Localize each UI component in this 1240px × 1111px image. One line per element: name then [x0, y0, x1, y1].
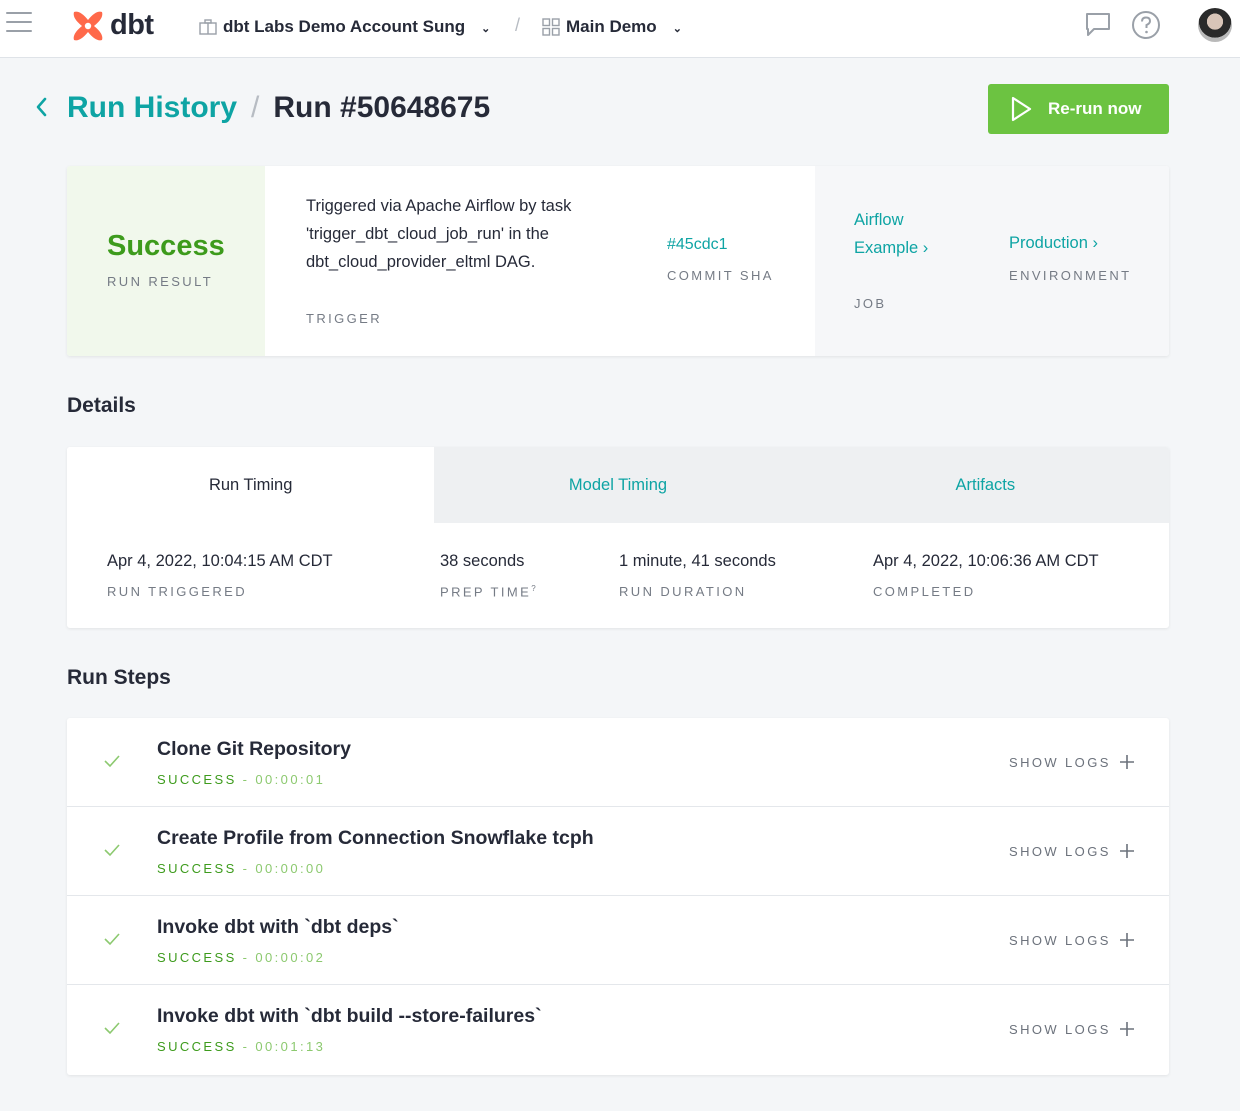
play-icon	[1011, 96, 1032, 122]
check-icon	[104, 1022, 120, 1035]
run-summary-card: Success RUN RESULT Triggered via Apache …	[67, 166, 1169, 356]
environment-label: ENVIRONMENT	[1009, 268, 1132, 283]
step-status-text: SUCCESS	[157, 772, 237, 787]
step-name: Create Profile from Connection Snowflake…	[157, 827, 594, 849]
breadcrumb-separator: /	[251, 91, 260, 124]
environment-link[interactable]: Production ›	[1009, 234, 1098, 253]
run-step[interactable]: Clone Git Repository SUCCESS - 00:00:01 …	[67, 718, 1169, 807]
commit-sha-link[interactable]: #45cdc1	[667, 236, 728, 254]
chevron-down-icon: ⌄	[481, 22, 491, 35]
show-logs-button[interactable]: SHOW LOGS	[1009, 843, 1135, 859]
chevron-down-icon: ⌄	[672, 22, 682, 35]
prep-time-help-icon[interactable]: ?	[531, 584, 535, 593]
logo-text: dbt	[110, 9, 154, 41]
run-duration-value: 1 minute, 41 seconds	[619, 552, 776, 570]
tab-artifacts[interactable]: Artifacts	[801, 447, 1169, 523]
show-logs-label: SHOW LOGS	[1009, 843, 1111, 859]
dbt-logo[interactable]: dbt	[70, 8, 170, 48]
run-result-label: RUN RESULT	[107, 274, 214, 289]
run-steps-heading: Run Steps	[67, 666, 171, 689]
menu-icon[interactable]	[6, 12, 32, 34]
step-name: Invoke dbt with `dbt build --store-failu…	[157, 1005, 542, 1027]
run-title: Run #50648675	[273, 91, 491, 124]
run-step[interactable]: Create Profile from Connection Snowflake…	[67, 807, 1169, 896]
project-name: Main Demo	[566, 17, 657, 36]
run-history-link[interactable]: Run History	[67, 91, 237, 125]
grid-icon	[542, 18, 560, 36]
dbt-logo-mark-icon	[73, 11, 103, 41]
step-status: SUCCESS - 00:01:13	[157, 1039, 325, 1054]
prep-time-label: PREP TIME?	[440, 584, 536, 599]
step-status-text: SUCCESS	[157, 950, 237, 965]
trigger-value: Triggered via Apache Airflow by task 'tr…	[306, 197, 572, 271]
chat-icon[interactable]	[1084, 10, 1112, 38]
check-icon	[104, 933, 120, 946]
plus-icon	[1119, 933, 1134, 947]
plus-icon	[1119, 844, 1134, 858]
job-link[interactable]: Airflow Example ›	[854, 206, 944, 262]
tab-run-timing[interactable]: Run Timing	[67, 447, 435, 523]
step-duration: - 00:00:02	[242, 950, 326, 965]
details-heading: Details	[67, 394, 136, 417]
step-status-text: SUCCESS	[157, 861, 237, 876]
show-logs-button[interactable]: SHOW LOGS	[1009, 754, 1135, 770]
details-tabs: Run Timing Model Timing Artifacts	[67, 447, 1169, 523]
page-title: Run History / Run #50648675	[67, 91, 490, 125]
plus-icon	[1119, 755, 1134, 769]
step-status: SUCCESS - 00:00:00	[157, 861, 325, 876]
step-duration: - 00:01:13	[242, 1039, 326, 1054]
step-status-text: SUCCESS	[157, 1039, 237, 1054]
run-triggered-value: Apr 4, 2022, 10:04:15 AM CDT	[107, 552, 333, 570]
account-name: dbt Labs Demo Account Sung	[223, 17, 466, 36]
job-label: JOB	[854, 296, 887, 311]
show-logs-label: SHOW LOGS	[1009, 1021, 1111, 1037]
run-step[interactable]: Invoke dbt with `dbt deps` SUCCESS - 00:…	[67, 896, 1169, 985]
building-icon	[199, 19, 217, 35]
back-arrow-icon[interactable]	[34, 96, 48, 118]
completed-label: COMPLETED	[873, 584, 976, 599]
rerun-now-button[interactable]: Re-run now	[988, 84, 1169, 134]
prep-time-label-text: PREP TIME	[440, 584, 532, 600]
step-name: Invoke dbt with `dbt deps`	[157, 916, 399, 938]
run-duration-label: RUN DURATION	[619, 584, 747, 599]
prep-time-value: 38 seconds	[440, 552, 525, 570]
breadcrumb-separator: /	[515, 15, 521, 35]
check-icon	[104, 755, 120, 768]
step-duration: - 00:00:00	[242, 861, 326, 876]
run-steps-list: Clone Git Repository SUCCESS - 00:00:01 …	[67, 718, 1169, 1075]
user-avatar[interactable]	[1198, 8, 1232, 42]
account-switcher[interactable]: dbt Labs Demo Account Sung ⌄	[199, 17, 490, 37]
show-logs-label: SHOW LOGS	[1009, 754, 1111, 770]
project-switcher[interactable]: Main Demo ⌄	[542, 17, 682, 37]
step-status: SUCCESS - 00:00:01	[157, 772, 325, 787]
tab-model-timing[interactable]: Model Timing	[434, 447, 802, 523]
top-navigation-bar: dbt dbt Labs Demo Account Sung ⌄ / Main …	[0, 0, 1240, 58]
show-logs-button[interactable]: SHOW LOGS	[1009, 932, 1135, 948]
check-icon	[104, 844, 120, 857]
help-icon[interactable]	[1131, 10, 1161, 40]
show-logs-button[interactable]: SHOW LOGS	[1009, 1021, 1135, 1037]
step-duration: - 00:00:01	[242, 772, 326, 787]
details-card: Run Timing Model Timing Artifacts Apr 4,…	[67, 447, 1169, 628]
plus-icon	[1119, 1022, 1134, 1036]
commit-sha-label: COMMIT SHA	[667, 268, 774, 283]
show-logs-label: SHOW LOGS	[1009, 932, 1111, 948]
step-name: Clone Git Repository	[157, 738, 351, 760]
run-triggered-label: RUN TRIGGERED	[107, 584, 248, 599]
trigger-label: TRIGGER	[306, 311, 383, 326]
step-status: SUCCESS - 00:00:02	[157, 950, 325, 965]
run-result-value: Success	[107, 230, 225, 262]
completed-value: Apr 4, 2022, 10:06:36 AM CDT	[873, 552, 1099, 570]
run-step[interactable]: Invoke dbt with `dbt build --store-failu…	[67, 985, 1169, 1074]
rerun-now-label: Re-run now	[1048, 99, 1142, 118]
